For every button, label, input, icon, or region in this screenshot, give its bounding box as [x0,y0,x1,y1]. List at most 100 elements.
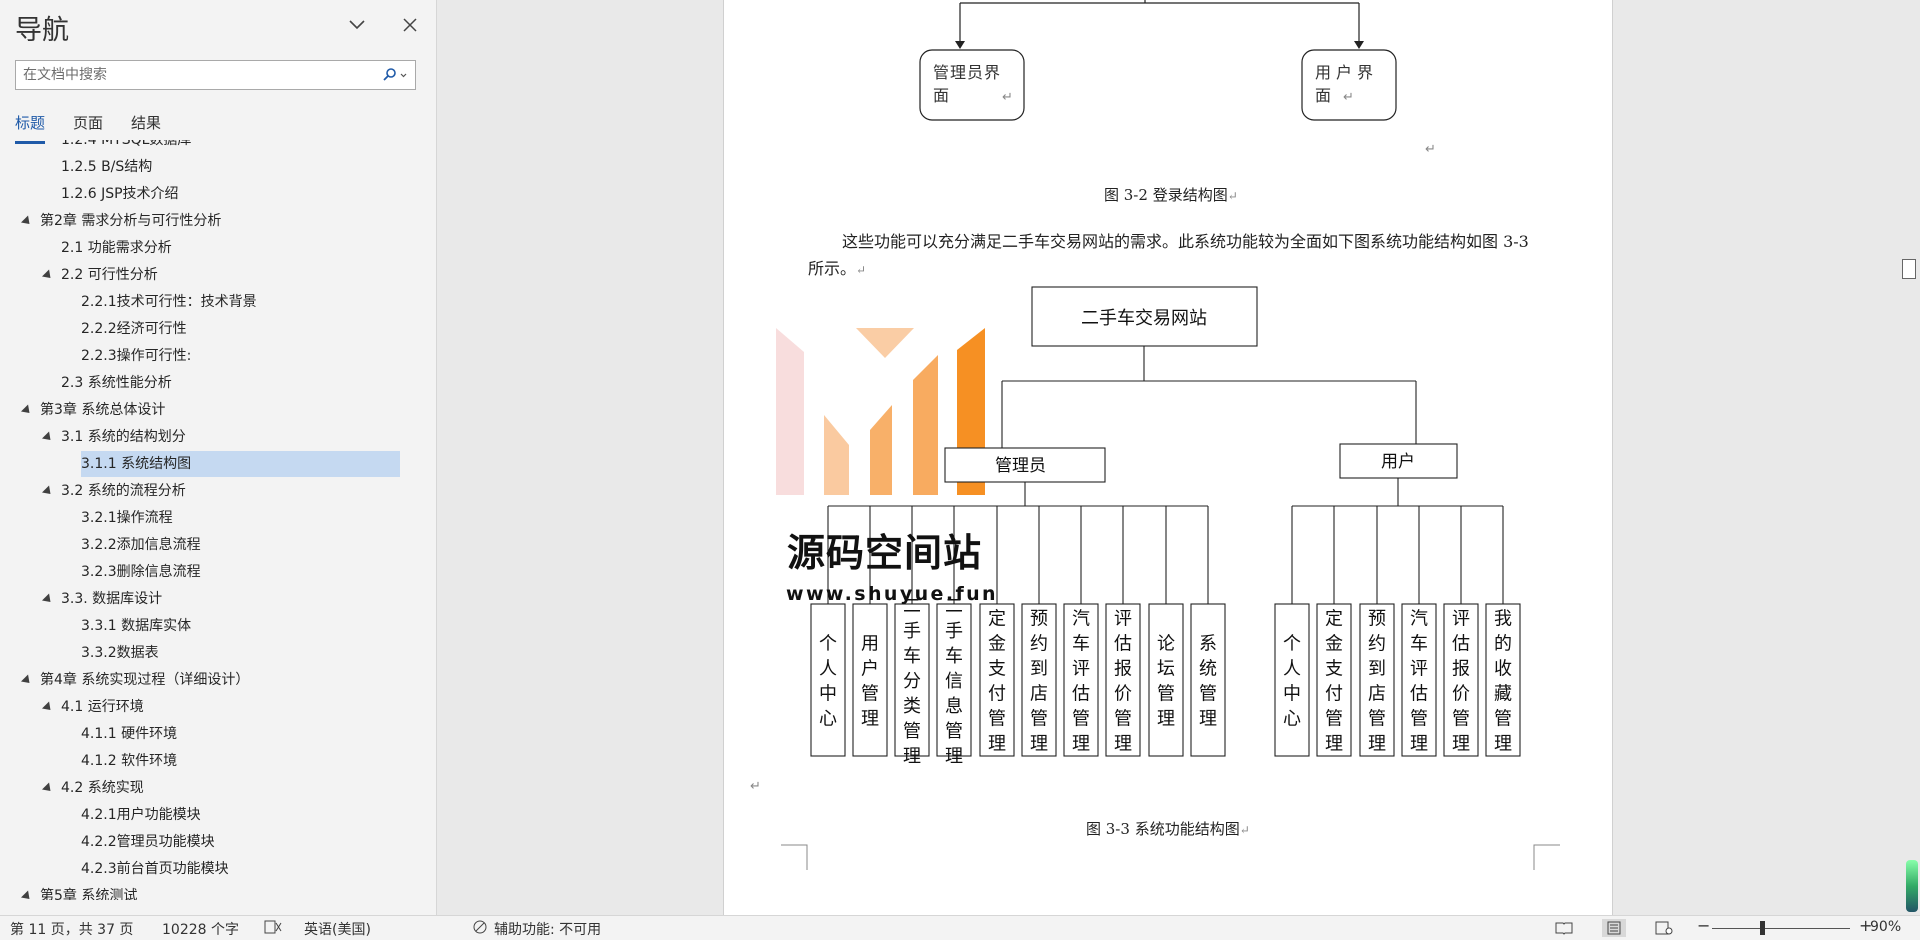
heading-tree-item[interactable]: 4.2.3前台首页功能模块 [0,856,235,882]
page-corner-marks [781,844,1560,870]
admin-leaf-char: 分 [903,671,921,692]
tab-headings[interactable]: 标题 [15,110,46,144]
admin-leaf-char: 用 [861,634,879,655]
heading-tree-item[interactable]: 4.2.2管理员功能模块 [0,829,221,855]
heading-tree-item[interactable]: 4.2 系统实现 [0,775,150,801]
expand-caret-icon[interactable] [41,694,55,720]
heading-label: 1.2.6 JSP技术介绍 [61,186,179,202]
page-count[interactable]: 第 11 页，共 37 页 [10,919,133,939]
heading-label: 2.2.3操作可行性: [81,348,192,364]
paragraph-mark: ↵ [750,779,761,794]
admin-leaf-char: 管 [1157,684,1175,705]
nav-tabs: 标题 页面 结果 [15,110,161,144]
heading-tree-item[interactable]: 2.2.2经济可行性 [0,316,193,342]
heading-tree-item[interactable]: 2.1 功能需求分析 [0,235,178,261]
heading-tree-item[interactable]: 第5章 系统测试 [0,883,143,900]
heading-tree-item[interactable]: 3.2.3删除信息流程 [0,559,207,585]
admin-leaf-char: 汽 [1072,609,1090,630]
heading-tree-item[interactable]: 1.2.4 MYSQL数据库 [0,140,197,153]
heading-tree-item[interactable]: 3.1 系统的结构划分 [0,424,192,450]
heading-tree-item[interactable]: 4.2.1用户功能模块 [0,802,207,828]
paragraph-mark: ↵ [1343,90,1354,105]
zoom-level[interactable]: 90% [1870,919,1901,935]
heading-tree-item[interactable]: 4.1.1 硬件环境 [0,721,183,747]
zoom-slider[interactable] [1712,928,1850,929]
function-structure-figure: 二手车交易网站管理员 用户个人中心用户管理二手车分类管理二手车信息管理定金支付管理… [750,286,1521,794]
expand-caret-icon[interactable] [20,667,34,693]
user-leaf-char: 定 [1325,609,1343,630]
user-leaf-char: 管 [1368,709,1386,730]
heading-label: 4.2.3前台首页功能模块 [81,861,229,877]
web-layout-icon[interactable] [1652,919,1676,937]
tab-pages[interactable]: 页面 [73,110,103,144]
accessibility-icon [472,919,492,939]
admin-leaf-char: 店 [1030,684,1048,705]
figure-3-3-caption: 图 3-3 系统功能结构图↵ [1086,820,1250,838]
admin-leaf-box [852,603,888,757]
read-mode-icon[interactable] [1552,919,1576,937]
user-leaf-char: 我 [1494,609,1512,630]
word-count[interactable]: 10228 个字 [162,919,239,939]
heading-tree-item[interactable]: 3.3.2数据表 [0,640,165,666]
expand-caret-icon[interactable] [41,478,55,504]
login-structure-figure: 管理员界 面 用户界 面 ↵ ↵ ↵ [919,0,1436,157]
heading-tree-item[interactable]: 2.3 系统性能分析 [0,370,178,396]
heading-tree-item[interactable]: 第3章 系统总体设计 [0,397,171,423]
heading-tree-item[interactable]: 2.2 可行性分析 [0,262,164,288]
heading-label: 第4章 系统实现过程（详细设计） [40,672,250,688]
heading-tree-item[interactable]: 第2章 需求分析与可行性分析 [0,208,227,234]
user-leaf-char: 预 [1368,609,1386,630]
expand-caret-icon[interactable] [41,775,55,801]
language-status[interactable]: 英语(美国) [304,919,371,939]
heading-tree-item[interactable]: 4.1 运行环境 [0,694,150,720]
expand-caret-icon[interactable] [41,586,55,612]
expand-caret-icon[interactable] [41,424,55,450]
user-leaf-char: 金 [1325,634,1343,655]
heading-tree-item[interactable]: 3.2.2添加信息流程 [0,532,207,558]
heading-tree-item[interactable]: 3.3.1 数据库实体 [0,613,197,639]
heading-tree-item[interactable]: 2.2.3操作可行性: [0,343,197,369]
heading-tree-item[interactable]: 1.2.5 B/S结构 [0,154,158,180]
admin-leaf-char: 理 [1157,709,1175,730]
expand-caret-icon[interactable] [41,262,55,288]
proofing-icon[interactable] [264,919,282,939]
admin-leaf-char: 管 [945,721,963,742]
admin-leaf-char: 车 [945,646,963,667]
heading-tree-item[interactable]: 4.1.2 软件环境 [0,748,183,774]
user-leaf-char: 理 [1494,734,1512,755]
heading-label: 3.3. 数据库设计 [61,591,163,607]
admin-leaf-char: 估 [1072,684,1090,705]
user-leaf-box [1274,603,1310,757]
nav-options-chevron-icon[interactable] [342,10,372,40]
heading-tree-item[interactable]: 3.1.1 系统结构图 [0,451,400,477]
tab-results[interactable]: 结果 [131,110,161,144]
nav-close-icon[interactable] [395,10,425,40]
user-leaf-char: 评 [1410,659,1428,680]
user-leaf-char: 支 [1325,659,1343,680]
heading-label: 4.1.2 软件环境 [81,753,178,769]
print-layout-icon[interactable] [1602,919,1626,937]
expand-caret-icon[interactable] [20,883,34,900]
zoom-slider-thumb[interactable] [1759,921,1765,935]
heading-tree-item[interactable]: 第4章 系统实现过程（详细设计） [0,667,255,693]
user-leaf-char: 评 [1452,609,1470,630]
heading-label: 2.3 系统性能分析 [61,375,172,391]
heading-tree-item[interactable]: 3.3. 数据库设计 [0,586,168,612]
search-icon[interactable] [377,63,413,87]
expand-caret-icon[interactable] [20,397,34,423]
expand-caret-icon[interactable] [20,208,34,234]
admin-leaf-char: 管 [1114,709,1132,730]
heading-label: 第5章 系统测试 [40,888,138,900]
heading-tree-item[interactable]: 1.2.6 JSP技术介绍 [0,181,185,207]
admin-leaf-char: 系 [1199,634,1217,655]
heading-tree-item[interactable]: 3.2.1操作流程 [0,505,179,531]
scrollbar-thumb[interactable] [1906,860,1918,912]
accessibility-status[interactable]: 辅助功能: 不可用 [494,919,601,939]
heading-tree-item[interactable]: 3.2 系统的流程分析 [0,478,192,504]
zoom-out-button[interactable]: − [1697,916,1710,935]
heading-label: 4.1.1 硬件环境 [81,726,178,742]
document-page: 管理员界 面 用户界 面 ↵ ↵ ↵ 图 3-2 登录结构图↵ 这些功能可以充分… [723,0,1613,915]
heading-tree-item[interactable]: 2.2.1技术可行性：技术背景 [0,289,263,315]
nav-search-input[interactable] [16,61,376,89]
ruler-marker[interactable] [1902,259,1916,279]
